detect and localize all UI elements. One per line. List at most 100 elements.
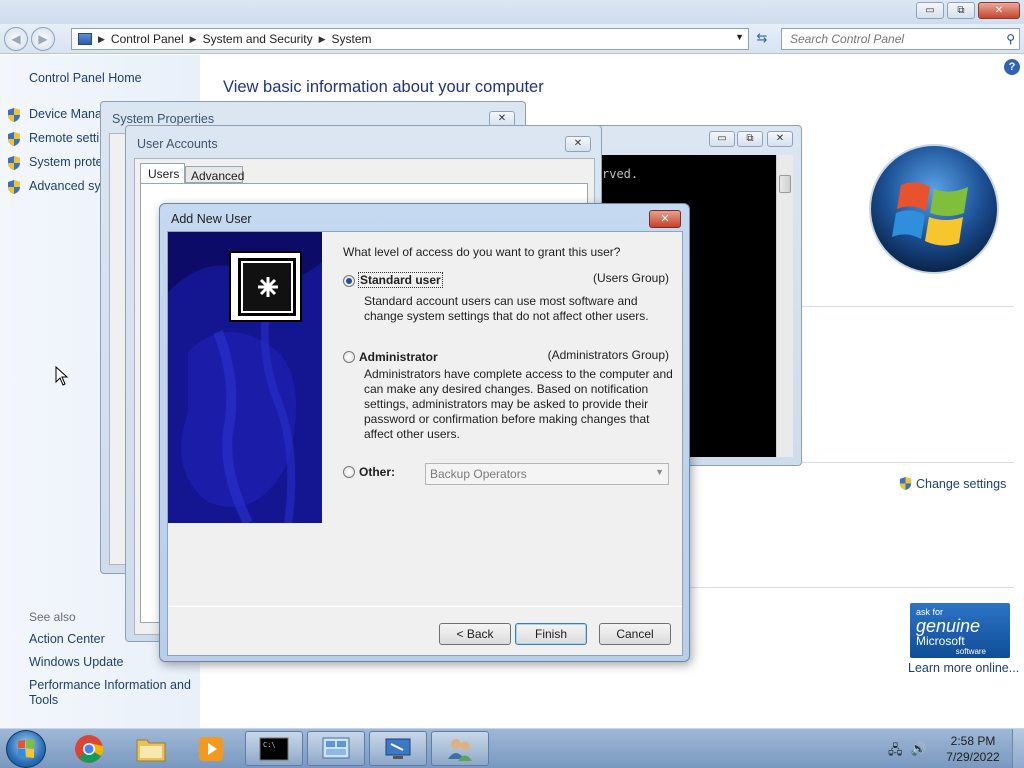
chevron-right-icon[interactable]: ▶ [190, 34, 197, 45]
uac-shield-icon [8, 108, 20, 122]
standard-user-description: Standard account users can use most soft… [364, 294, 649, 323]
help-icon[interactable]: ? [1004, 59, 1020, 75]
folder-icon [136, 739, 166, 761]
standard-user-radio[interactable] [343, 275, 355, 287]
chevron-down-icon: ▼ [655, 467, 664, 477]
taskbar: C:\ 🖧 🔊 2:58 PM 7/29/2022 [0, 728, 1024, 768]
search-input[interactable] [790, 32, 990, 46]
see-also-action-center[interactable]: Action Center [29, 632, 105, 646]
clock-date: 7/29/2022 [946, 750, 1000, 764]
administrator-group: (Administrators Group) [547, 348, 669, 362]
genuine-badge-line: genuine [916, 616, 981, 636]
control-panel-home-link[interactable]: Control Panel Home [29, 71, 142, 85]
back-nav-button[interactable]: ◀ [4, 27, 28, 51]
chrome-icon [75, 734, 104, 763]
chevron-right-icon[interactable]: ▶ [98, 34, 105, 45]
close-button[interactable]: ✕ [978, 2, 1020, 19]
administrator-radio[interactable] [343, 351, 355, 363]
close-icon: ✕ [660, 213, 670, 225]
see-also-performance-tools[interactable]: Tools [29, 693, 58, 707]
taskbar-cmd[interactable]: C:\ [245, 731, 303, 766]
search-icon[interactable]: ⚲ [1006, 32, 1015, 46]
genuine-badge-line: software [955, 647, 986, 656]
address-toolbar: ◀ ▶ ▶ Control Panel ▶ System and Securit… [0, 24, 1024, 54]
uac-shield-icon [8, 156, 20, 170]
dialog-title: Add New User [171, 212, 252, 226]
genuine-microsoft-badge[interactable]: ask for genuine Microsoft software [910, 603, 1010, 658]
administrator-label[interactable]: Administrator [359, 350, 438, 364]
back-button[interactable]: < Back [439, 623, 511, 645]
dialog-body: What level of access do you want to gran… [167, 231, 683, 656]
maximize-button[interactable]: ⧉ [737, 131, 763, 147]
taskbar-user-accounts[interactable] [431, 731, 489, 766]
learn-more-link[interactable]: Learn more online... [908, 661, 1019, 675]
search-field[interactable]: ⚲ [781, 28, 1020, 50]
chevron-down-icon[interactable]: ▼ [735, 32, 744, 42]
breadcrumb-system[interactable]: System [332, 32, 372, 46]
close-button[interactable]: ✕ [767, 131, 793, 147]
taskbar-remote-desktop[interactable] [369, 731, 427, 766]
standard-user-label[interactable]: Standard user [358, 272, 443, 288]
window-title: User Accounts [137, 137, 218, 151]
taskbar-system-properties[interactable] [307, 731, 365, 766]
uac-shield-icon [8, 180, 20, 194]
clock-time: 2:58 PM [950, 734, 996, 748]
media-player-icon [199, 736, 223, 761]
volume-icon[interactable]: 🔊 [911, 741, 927, 763]
see-also-performance-info[interactable]: Performance Information and [29, 678, 191, 692]
mouse-cursor-icon [55, 366, 69, 386]
user-accounts-icon [448, 738, 472, 761]
genuine-badge-line: Microsoft [916, 634, 965, 648]
other-group-select[interactable]: Backup Operators ▼ [425, 463, 669, 485]
forward-arrow-icon: ▶ [38, 32, 48, 46]
refresh-icon[interactable]: ⇆ [752, 30, 772, 48]
scrollbar-thumb[interactable] [779, 175, 791, 193]
forward-nav-button[interactable]: ▶ [31, 27, 55, 51]
see-also-windows-update[interactable]: Windows Update [29, 655, 124, 669]
change-settings-link[interactable]: Change settings [898, 476, 1006, 491]
window-title: System Properties [112, 112, 215, 126]
chevron-right-icon[interactable]: ▶ [319, 34, 326, 45]
finish-button[interactable]: Finish [515, 623, 587, 645]
change-settings-label[interactable]: Change settings [916, 477, 1006, 491]
taskbar-media-player[interactable] [182, 731, 240, 766]
cmd-icon: C:\ [259, 737, 289, 760]
window-titlebar: ▭ ⧉ ✕ [0, 0, 1024, 24]
back-arrow-icon: ◀ [11, 32, 21, 46]
dialog-close-button[interactable]: ✕ [649, 210, 681, 228]
see-also-header: See also [29, 610, 76, 624]
show-desktop-button[interactable] [1012, 729, 1024, 768]
control-panel-icon [78, 33, 92, 45]
minimize-button[interactable]: ▭ [709, 131, 735, 147]
taskbar-clock[interactable]: 2:58 PM 7/29/2022 [936, 733, 1010, 765]
minimize-button[interactable]: ▭ [916, 2, 944, 19]
close-button[interactable]: ✕ [565, 136, 591, 152]
uac-shield-icon [8, 132, 20, 146]
address-bar[interactable]: ▶ Control Panel ▶ System and Security ▶ … [71, 28, 749, 50]
other-label[interactable]: Other: [359, 465, 395, 479]
console-scrollbar[interactable] [776, 155, 793, 457]
start-button[interactable] [6, 730, 46, 768]
standard-user-group: (Users Group) [592, 271, 669, 285]
network-icon[interactable]: 🖧 [888, 741, 903, 763]
breadcrumb-control-panel[interactable]: Control Panel [111, 32, 184, 46]
other-radio[interactable] [343, 466, 355, 478]
breadcrumb-system-security[interactable]: System and Security [203, 32, 313, 46]
page-title: View basic information about your comput… [223, 78, 544, 96]
tab-advanced[interactable]: Advanced [185, 166, 244, 183]
maximize-button[interactable]: ⧉ [947, 2, 975, 19]
system-tray: 🖧 🔊 [888, 741, 927, 763]
windows-flag-icon [18, 739, 34, 758]
windows-logo-icon [869, 144, 999, 274]
taskbar-chrome[interactable] [60, 731, 118, 766]
administrator-description: Administrators have complete access to t… [364, 367, 673, 441]
tab-users[interactable]: Users [140, 163, 185, 183]
system-properties-icon [322, 737, 350, 758]
add-new-user-dialog: Add New User ✕ What level of access do y… [159, 203, 690, 662]
wizard-art-image [168, 232, 322, 523]
other-group-value: Backup Operators [430, 467, 527, 481]
taskbar-explorer[interactable] [122, 731, 180, 766]
remote-desktop-icon [385, 738, 411, 759]
cancel-button[interactable]: Cancel [599, 623, 671, 645]
uac-shield-icon [899, 476, 912, 491]
